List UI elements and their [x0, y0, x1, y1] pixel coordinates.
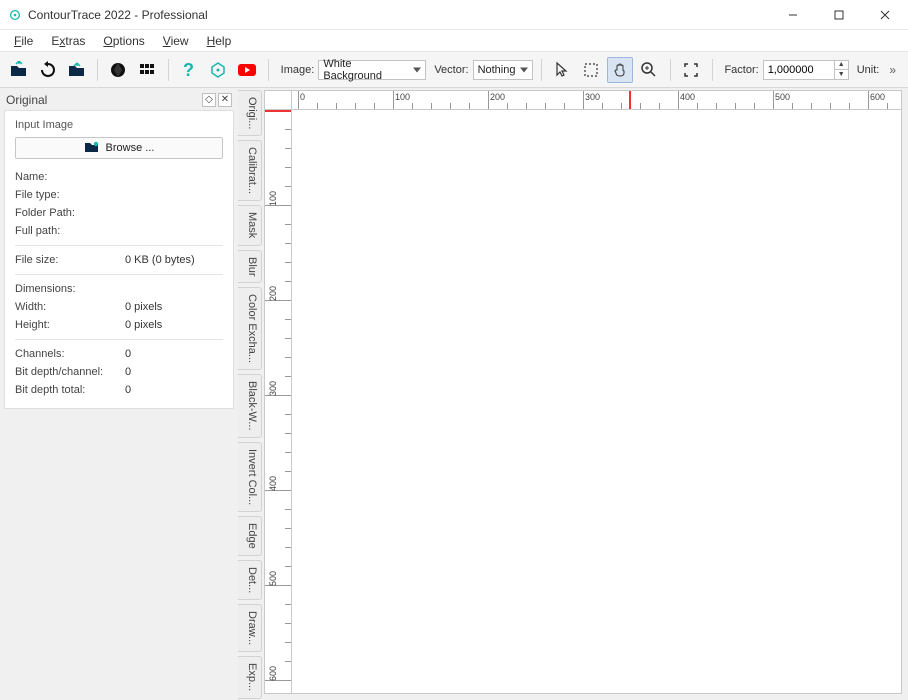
row-full-path: Full path: [15, 223, 223, 239]
refresh-button[interactable] [35, 57, 60, 83]
vertical-tab-4[interactable]: Color Excha... [238, 287, 262, 370]
panel-title: Original [6, 93, 200, 107]
ruler-h-label: 600 [870, 92, 885, 102]
vector-label: Vector: [434, 64, 468, 76]
row-folder-path: Folder Path: [15, 205, 223, 221]
row-dimensions: Dimensions: [15, 281, 223, 297]
ruler-h-label: 300 [585, 92, 600, 102]
close-button[interactable] [862, 0, 908, 30]
window-title: ContourTrace 2022 - Professional [28, 8, 770, 22]
unit-label: Unit: [857, 64, 880, 76]
menu-file[interactable]: File [6, 32, 41, 50]
ruler-v-label: 500 [268, 571, 278, 586]
vertical-tab-1[interactable]: Calibrat... [238, 140, 262, 201]
toolbar: ? Image: White Background Vector: Nothin… [0, 52, 908, 88]
row-width: Width:0 pixels [15, 299, 223, 315]
ruler-h-label: 200 [490, 92, 505, 102]
ruler-vertical[interactable]: 100 200 300 400 500 600 [264, 110, 292, 694]
panel-close-button[interactable]: ✕ [218, 93, 232, 107]
input-image-group: Input Image Browse ... Name: File type: … [4, 110, 234, 409]
menu-options[interactable]: Options [95, 32, 152, 50]
factor-label: Factor: [724, 64, 758, 76]
panel-detach-button[interactable]: ◇ [202, 93, 216, 107]
folder-icon [84, 140, 100, 157]
image-select[interactable]: White Background [318, 60, 426, 80]
ruler-v-label: 400 [268, 476, 278, 491]
spin-up-button[interactable]: ▲ [835, 61, 848, 71]
youtube-button[interactable] [235, 57, 260, 83]
vertical-tab-3[interactable]: Blur [238, 250, 262, 284]
side-panel: Original ◇ ✕ Input Image Browse ... Name… [0, 88, 238, 700]
row-channels: Channels:0 [15, 346, 223, 362]
fit-screen-button[interactable] [679, 57, 704, 83]
canvas[interactable] [292, 110, 902, 694]
app-icon [8, 8, 22, 22]
minimize-button[interactable] [770, 0, 816, 30]
factor-spinner[interactable]: ▲ ▼ [763, 60, 849, 80]
marquee-tool[interactable] [578, 57, 603, 83]
group-title: Input Image [15, 119, 223, 131]
ruler-h-label: 100 [395, 92, 410, 102]
svg-text:?: ? [183, 61, 194, 79]
ruler-corner [264, 90, 292, 110]
zoom-tool[interactable] [637, 57, 662, 83]
image-label: Image: [281, 64, 315, 76]
chevron-down-icon [413, 67, 421, 72]
row-height: Height:0 pixels [15, 317, 223, 333]
ruler-h-label: 400 [680, 92, 695, 102]
vertical-tab-9[interactable]: Draw... [238, 604, 262, 652]
aperture-button[interactable] [106, 57, 131, 83]
target-button[interactable] [206, 57, 231, 83]
vertical-tab-8[interactable]: Det... [238, 560, 262, 600]
vertical-tab-6[interactable]: Invert Col... [238, 442, 262, 512]
ruler-horizontal[interactable]: 0 100 200 300 400 500 600 [292, 90, 902, 110]
menu-extras[interactable]: Extras [43, 32, 93, 50]
ruler-v-label: 600 [268, 666, 278, 681]
browse-button[interactable]: Browse ... [15, 137, 223, 159]
image-select-value: White Background [323, 58, 407, 82]
chevron-down-icon [520, 67, 528, 72]
vertical-tab-0[interactable]: Origi... [238, 90, 262, 136]
workspace: Original ◇ ✕ Input Image Browse ... Name… [0, 88, 908, 700]
hand-tool[interactable] [607, 57, 632, 83]
maximize-button[interactable] [816, 0, 862, 30]
grid-view-button[interactable] [135, 57, 160, 83]
title-bar: ContourTrace 2022 - Professional [0, 0, 908, 30]
canvas-area: 0 100 200 300 400 500 600 100 200 300 400 500 600 [264, 90, 902, 694]
row-file-type: File type: [15, 187, 223, 203]
row-bit-depth-total: Bit depth total:0 [15, 382, 223, 398]
row-name: Name: [15, 169, 223, 185]
vertical-tab-7[interactable]: Edge [238, 516, 262, 556]
vertical-tab-5[interactable]: Black-W... [238, 374, 262, 438]
ruler-v-label: 200 [268, 286, 278, 301]
ruler-v-marker[interactable] [265, 110, 291, 112]
menu-help[interactable]: Help [199, 32, 240, 50]
browse-label: Browse ... [106, 142, 155, 154]
vertical-tab-strip: Origi... Calibrat... Mask Blur Color Excha..… [238, 88, 262, 700]
vertical-tab-2[interactable]: Mask [238, 205, 262, 245]
row-file-size: File size:0 KB (0 bytes) [15, 252, 223, 268]
help-button[interactable]: ? [177, 57, 202, 83]
ruler-h-marker[interactable] [629, 91, 631, 109]
ruler-h-label: 500 [775, 92, 790, 102]
spin-down-button[interactable]: ▼ [835, 70, 848, 79]
row-bit-depth-channel: Bit depth/channel:0 [15, 364, 223, 380]
vector-select-value: Nothing [478, 64, 516, 76]
panel-title-bar: Original ◇ ✕ [4, 90, 234, 110]
pointer-tool[interactable] [549, 57, 574, 83]
save-folder-button[interactable] [64, 57, 89, 83]
ruler-v-label: 300 [268, 381, 278, 396]
menu-bar: File Extras Options View Help [0, 30, 908, 52]
factor-input[interactable] [764, 61, 834, 79]
vector-select[interactable]: Nothing [473, 60, 533, 80]
toolbar-overflow[interactable]: » [883, 63, 902, 77]
menu-view[interactable]: View [155, 32, 197, 50]
open-folder-button[interactable] [6, 57, 31, 83]
ruler-v-label: 100 [268, 191, 278, 206]
vertical-tab-10[interactable]: Exp... [238, 656, 262, 698]
ruler-h-label: 0 [300, 92, 305, 102]
